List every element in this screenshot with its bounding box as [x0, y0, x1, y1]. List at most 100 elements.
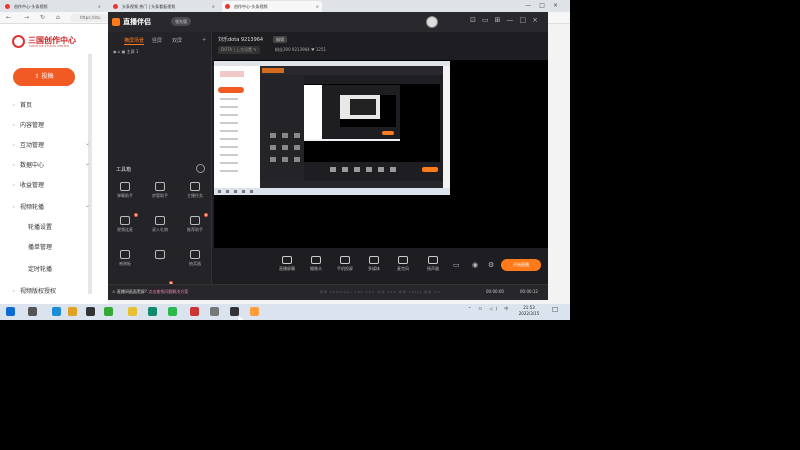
avatar[interactable] — [426, 16, 438, 28]
toolbox-item[interactable]: 抽奖器 — [180, 250, 210, 267]
refresh-icon[interactable]: ↻ — [40, 14, 45, 21]
sidebar-item[interactable]: ◦ 数据中心 ⌄ — [12, 160, 102, 169]
toolbox-item[interactable]: 房管助手 — [145, 182, 175, 199]
upload-label: 投稿 — [41, 73, 54, 80]
edge-icon[interactable] — [148, 307, 157, 316]
sidebar-item[interactable]: ◦ 视频轮播 ⌄ — [12, 202, 102, 211]
tool-icon — [190, 216, 200, 225]
tool-label: 推荐助手 — [187, 227, 203, 232]
window-controls[interactable]: —□× — [525, 0, 566, 12]
video-icon: ◦ — [12, 204, 16, 211]
toolbox-item[interactable]: 录入礼物 — [145, 216, 175, 233]
sidebar-item[interactable]: 播单管理 — [12, 242, 102, 251]
system-tray[interactable]: ⌃ ⎔ ◁) 中 — [468, 306, 511, 312]
sidebar-item[interactable]: 定时轮播 — [12, 264, 102, 273]
tab-landscape[interactable]: 横屏场景 — [124, 37, 145, 45]
category-label: DOTA — [221, 47, 233, 52]
session-timer: 00:00:12 — [520, 289, 538, 294]
app-logo: 直播伴侣 — [112, 15, 151, 29]
version-badge[interactable]: 领先版 — [171, 17, 191, 26]
tool-icon — [155, 250, 165, 259]
back-icon[interactable]: ← — [6, 14, 11, 21]
control-label: 直播屏幕 — [279, 266, 295, 271]
app-icon[interactable] — [104, 307, 113, 316]
browser-icon[interactable] — [52, 307, 61, 316]
chat-icon: ◦ — [12, 142, 16, 149]
tab-portrait[interactable]: 竖屏 — [152, 37, 162, 44]
close-tab-icon[interactable]: × — [316, 1, 319, 12]
wechat-icon[interactable] — [168, 307, 177, 316]
control-5[interactable]: 扬声器 — [418, 256, 448, 272]
toolbox-item[interactable]: 主播任务 — [180, 182, 210, 199]
new-badge: N — [133, 213, 138, 217]
app-icon[interactable] — [250, 307, 259, 316]
sidebar-item[interactable]: ◦ 内容管理 — [12, 120, 102, 129]
status-link[interactable]: 点击查找问题解决方案 — [148, 289, 188, 294]
toolbox-item[interactable]: N 推荐助手 — [180, 213, 210, 233]
left-scrollbar[interactable] — [88, 54, 92, 294]
browser-tab-1[interactable]: 创作中心-头条视频 × — [2, 1, 104, 12]
sidebar-item[interactable]: ◦ 首页 — [12, 100, 102, 109]
windows-start-icon[interactable] — [6, 307, 15, 316]
sidebar-item[interactable]: ◦ 收益管理 — [12, 180, 102, 189]
upload-button[interactable]: ⇧ 投稿 — [13, 68, 75, 86]
toolbox-item[interactable]: 感谢板 — [110, 250, 140, 267]
start-live-button[interactable]: 开始直播 — [501, 259, 541, 271]
sidebar-item[interactable]: ◦ 互动管理 ⌄ — [12, 140, 102, 149]
address-bar[interactable]: https://stu — [70, 14, 110, 22]
control-2[interactable]: 手机投屏 — [330, 256, 360, 272]
home-icon[interactable]: ⌂ — [56, 14, 60, 21]
status-message[interactable]: ⚠ 直播间画面黑屏? 点击查找问题解决方案 — [112, 289, 188, 295]
control-0[interactable]: 直播屏幕 — [272, 256, 302, 272]
room-title: 刘乐dota 9213964 — [218, 37, 264, 43]
tab-dual[interactable]: 双屏 — [172, 37, 182, 44]
close-tab-icon[interactable]: × — [98, 1, 101, 12]
tab-label: 创作中心-头条视频 — [234, 4, 268, 9]
close-tab-icon[interactable]: × — [212, 1, 215, 12]
settings-icon[interactable]: ⚙ — [488, 261, 494, 269]
app-icon[interactable] — [128, 307, 137, 316]
browser-tab-3[interactable]: 创作中心-头条视频 × — [222, 1, 322, 12]
control-icon — [282, 256, 292, 264]
category-selector[interactable]: DOTA | 上方设置 ✎ — [218, 46, 260, 54]
eye-icon[interactable]: ◉ — [113, 49, 117, 54]
chrome-icon[interactable] — [68, 307, 77, 316]
notification-icon[interactable]: ☐ — [552, 306, 558, 314]
control-1[interactable]: 摄像头 — [301, 256, 331, 272]
control-4[interactable]: 麦克风 — [388, 256, 418, 272]
lock-icon[interactable]: ⌂ — [118, 49, 121, 54]
control-label: 多媒体 — [368, 266, 380, 271]
sidebar-item[interactable]: 轮播设置 — [12, 222, 102, 231]
live-timer: 00:00:00 — [486, 289, 504, 294]
control-icon — [428, 256, 438, 264]
app-icon[interactable] — [210, 307, 219, 316]
app-icon[interactable] — [86, 307, 95, 316]
stream-preview[interactable] — [214, 60, 548, 248]
app-icon[interactable] — [190, 307, 199, 316]
tab-favicon-icon — [113, 4, 118, 9]
toolbox-item[interactable]: 弹幕助手 — [110, 182, 140, 199]
add-scene-icon[interactable]: + — [202, 37, 206, 43]
taskbar-clock[interactable]: 21:53 2022/3/15 — [514, 305, 544, 317]
search-icon[interactable] — [28, 307, 37, 316]
tab-favicon-icon — [5, 4, 10, 9]
toolbox-item[interactable] — [145, 250, 175, 261]
scene-item[interactable]: ◉ ⌂ ▣ 主屏 1 — [113, 49, 138, 55]
control-3[interactable]: 多媒体 — [359, 256, 389, 272]
site-logo[interactable]: 三国创作中心 CREATIVE STUDIO CENTER — [12, 34, 88, 50]
sidebar-item[interactable]: ◦ 视频版权授权 — [12, 286, 102, 295]
edit-button[interactable]: 编辑 — [273, 36, 287, 43]
toolbox-settings-icon[interactable] — [196, 164, 205, 173]
header-icons[interactable]: ⊡▭⊞—□× — [470, 16, 544, 28]
creator-page: 三国创作中心 CREATIVE STUDIO CENTER ⇧ 投稿 ◦ 首页 ◦ 内… — [0, 24, 108, 304]
live-app-icon[interactable] — [230, 307, 239, 316]
sidebar-item-label: 轮播设置 — [28, 224, 53, 231]
category-action: 上方设置 — [236, 47, 252, 52]
scene-panel: 横屏场景 竖屏 双屏 + ◉ ⌂ ▣ 主屏 1 工具箱 弹幕助手 房管助手 主播任务… — [108, 32, 212, 300]
record-icon[interactable]: ▭ — [453, 261, 460, 269]
eye-icon[interactable]: ◉ — [472, 261, 478, 269]
browser-tab-2[interactable]: 头条视频 热门 | 头条看板视频 × — [110, 1, 218, 12]
forward-icon[interactable]: → — [24, 14, 29, 21]
toolbox-item[interactable]: N 视频连麦 — [110, 213, 140, 233]
sidebar-item-label: 数据中心 — [20, 162, 45, 169]
